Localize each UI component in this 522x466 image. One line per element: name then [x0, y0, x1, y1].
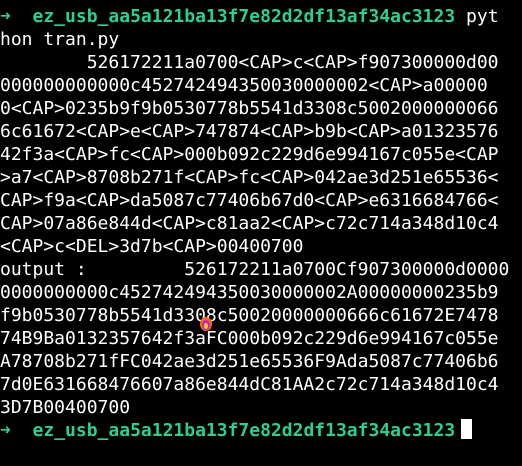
- output-line: A78708b271fFC042ae3d251e65536F9Ada5087c7…: [0, 351, 499, 372]
- output-line: CAP>f9a<CAP>da5087c77406b67d0<CAP>e63166…: [0, 190, 499, 211]
- output-line: 000000000000c452742494350030000002<CAP>a…: [0, 75, 488, 96]
- prompt-directory: ez_usb_aa5a121ba13f7e82d2df13af34ac3123: [32, 6, 456, 27]
- output-line: 526172211a0700<CAP>c<CAP>f907300000d00: [0, 52, 499, 73]
- output-line: 3D7B00400700: [0, 397, 131, 418]
- output-line: 0000000000c452742494350030000002A0000000…: [0, 282, 499, 303]
- output-line: 7d0E631668476607a86e844dC81AA2c72c714a34…: [0, 374, 499, 395]
- output-line: output : 526172211a0700Cf907300000d0000: [0, 259, 510, 280]
- output-line: 0<CAP>0235b9f9b0530778b5541d3308c5002000…: [0, 98, 499, 119]
- final-prompt-line[interactable]: ➜ ez_usb_aa5a121ba13f7e82d2df13af34ac312…: [0, 419, 522, 442]
- output-line: f9b0530778b5541d3308c50020000000666c6167…: [0, 305, 499, 326]
- command-text: pyt: [466, 6, 499, 27]
- flame-icon: [200, 317, 212, 331]
- prompt-line: ➜ ez_usb_aa5a121ba13f7e82d2df13af34ac312…: [0, 5, 522, 28]
- output-line: >a7<CAP>8708b271f<CAP>fc<CAP>042ae3d251e…: [0, 167, 499, 188]
- output-line: 74B9Ba0132357642f3aFC000b092c229d6e99416…: [0, 328, 499, 349]
- output-line: <CAP>c<DEL>3d7b<CAP>00400700: [0, 236, 304, 257]
- output-line: 42f3a<CAP>fc<CAP>000b092c229d6e994167c05…: [0, 144, 499, 165]
- cursor-block: [461, 419, 473, 439]
- prompt-arrow-icon: ➜: [0, 6, 11, 27]
- output-line: 6c61672<CAP>e<CAP>747874<CAP>b9b<CAP>a01…: [0, 121, 499, 142]
- output-block: 526172211a0700<CAP>c<CAP>f907300000d00 0…: [0, 51, 522, 419]
- prompt-directory: ez_usb_aa5a121ba13f7e82d2df13af34ac3123: [32, 420, 456, 441]
- terminal-window[interactable]: ➜ ez_usb_aa5a121ba13f7e82d2df13af34ac312…: [0, 0, 522, 466]
- command-continuation: hon tran.py: [0, 29, 120, 50]
- prompt-arrow-icon: ➜: [0, 420, 11, 441]
- output-line: CAP>07a86e844d<CAP>c81aa2<CAP>c72c714a34…: [0, 213, 499, 234]
